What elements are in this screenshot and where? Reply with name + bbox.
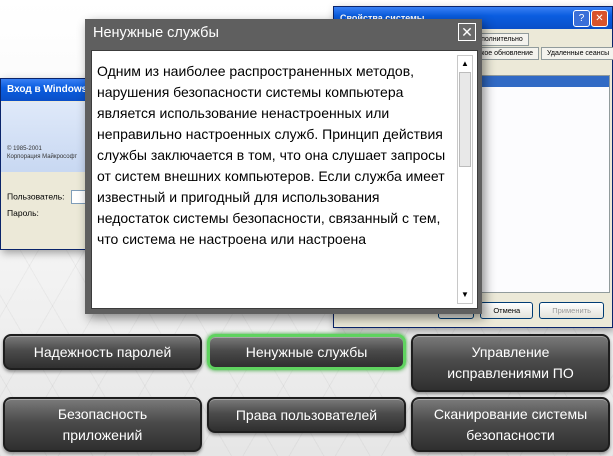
topic-security-scan-button[interactable]: Сканирование системы безопасности (411, 397, 610, 452)
scroll-down-icon[interactable]: ▼ (458, 288, 472, 302)
help-button[interactable]: ? (573, 10, 590, 27)
topic-user-rights-button[interactable]: Права пользователей (207, 397, 406, 433)
window-close-icon[interactable]: ✕ (591, 10, 608, 27)
dialog-title: Ненужные службы (93, 25, 219, 41)
dialog-body: Одним из наиболее распространенных метод… (91, 50, 478, 309)
topic-app-security-button[interactable]: Безопасность приложений (3, 397, 202, 452)
topic-passwords-button[interactable]: Надежность паролей (3, 334, 202, 370)
close-icon[interactable]: ✕ (458, 23, 476, 41)
topic-patches-button[interactable]: Управление исправлениями ПО (411, 334, 610, 392)
scroll-up-icon[interactable]: ▲ (458, 57, 472, 71)
dialog-text: Одним из наиболее распространенных метод… (97, 63, 446, 247)
info-dialog: Ненужные службы ✕ Одним из наиболее расп… (85, 19, 482, 314)
username-label: Пользователь: (7, 191, 65, 202)
apply-button[interactable]: Применить (539, 302, 604, 319)
tab-r2-2[interactable]: Удаленные сеансы (540, 47, 613, 60)
vertical-scrollbar[interactable]: ▲ ▼ (457, 55, 473, 304)
scroll-thumb[interactable] (459, 72, 471, 167)
cancel-button[interactable]: Отмена (480, 302, 534, 319)
topic-services-button[interactable]: Ненужные службы (207, 334, 406, 370)
password-label: Пароль: (7, 208, 39, 218)
